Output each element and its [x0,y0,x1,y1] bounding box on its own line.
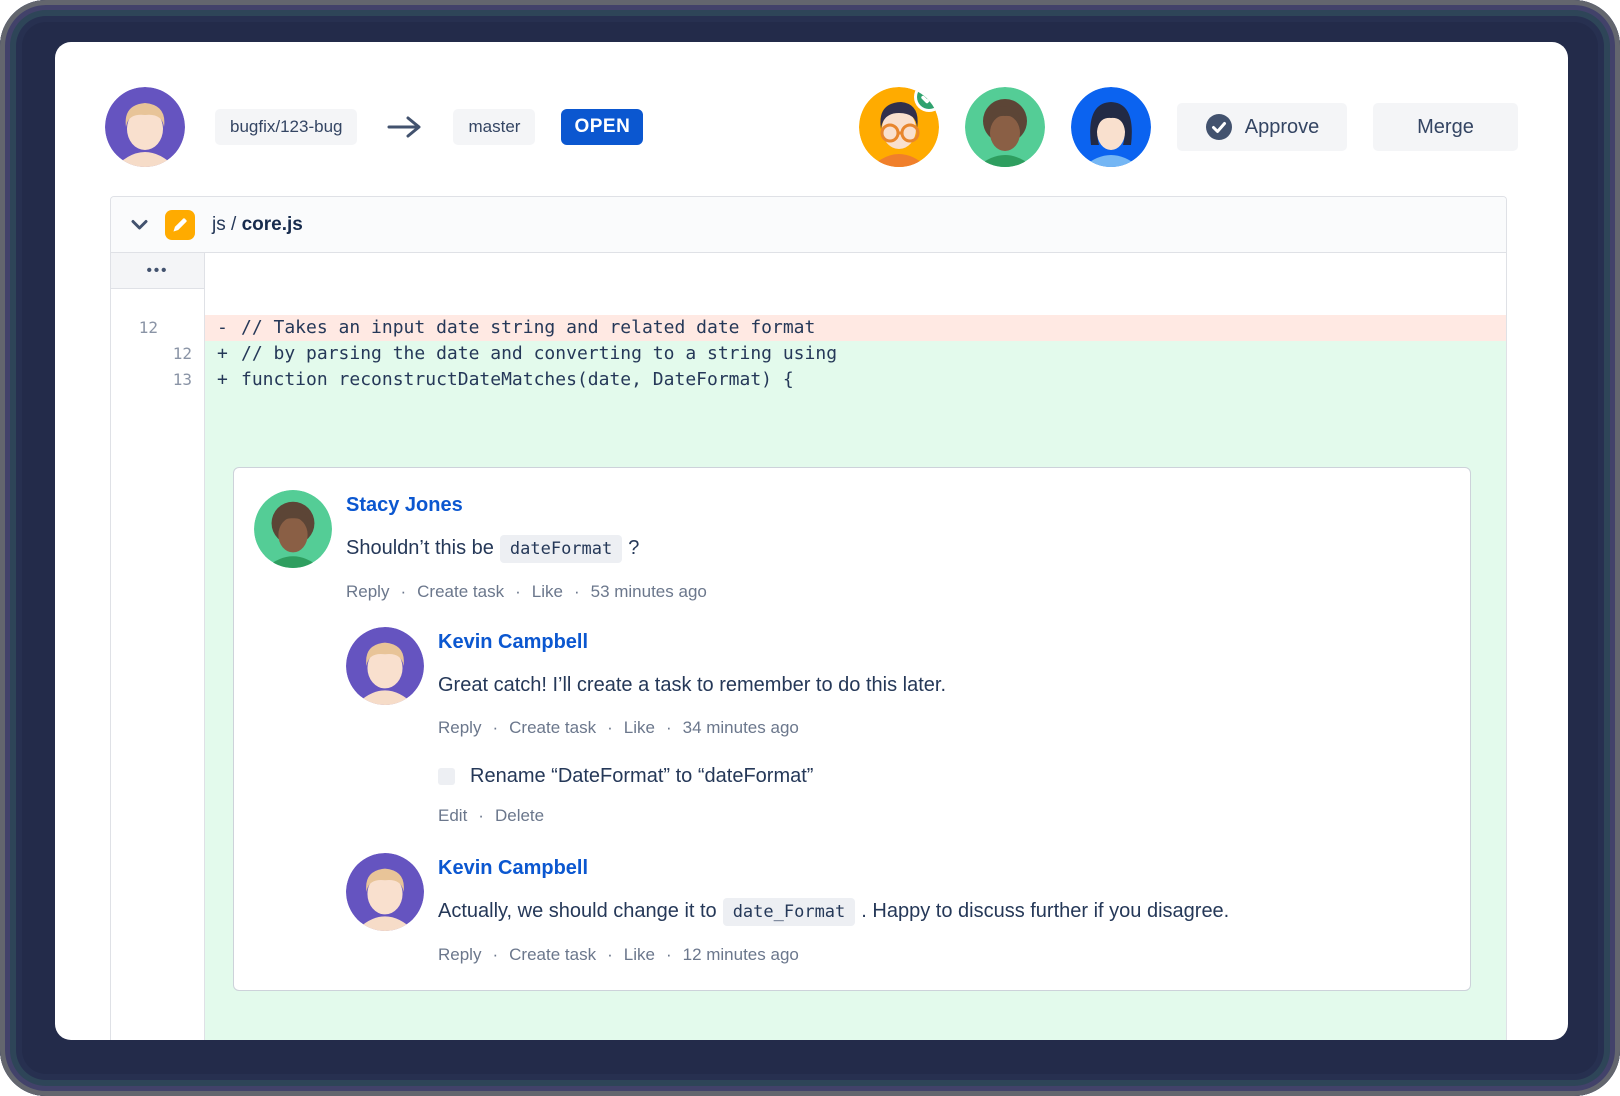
comment-author-link[interactable]: Stacy Jones [346,492,1444,518]
create-task-link[interactable]: Create task [509,942,596,968]
comment-timestamp: 53 minutes ago [591,579,707,605]
file-path: js / core.js [212,214,303,236]
diff-expander-row: ••• [111,253,1506,289]
diff-spacer [111,289,1506,315]
reviewer-avatar-approved [859,87,939,167]
reply-link[interactable]: Reply [438,715,481,741]
like-link[interactable]: Like [624,715,655,741]
code-chip: date_Format [723,898,856,926]
comment-actions: Reply · Create task · Like · 34 minutes … [438,715,1444,741]
comment-timestamp: 34 minutes ago [683,715,799,741]
reviewer-avatar-woman [1071,87,1151,167]
reply-link[interactable]: Reply [346,579,389,605]
comment-actions: Reply · Create task · Like · 53 minutes … [346,579,1444,605]
status-badge: OPEN [561,109,643,145]
comment-author-link[interactable]: Kevin Campbell [438,855,1444,881]
commenter-avatar-stacy [254,490,332,568]
comment-actions: Reply · Create task · Like · 12 minutes … [438,942,1444,968]
create-task-link[interactable]: Create task [509,715,596,741]
commenter-avatar-kevin [346,853,424,931]
code-chip: dateFormat [500,535,622,563]
reviewer-avatar-stacy [965,87,1045,167]
merge-button[interactable]: Merge [1373,103,1518,151]
task-actions: Edit · Delete [438,803,1444,829]
file-path-prefix: js / [212,214,242,235]
edit-link[interactable]: Edit [438,803,467,829]
comment-thread-card: Stacy Jones Shouldn’t this bedateFormat?… [233,467,1471,991]
commenter-avatar-kevin [346,627,424,705]
pull-request-window: bugfix/123-bug master OPEN [55,42,1568,1040]
like-link[interactable]: Like [532,579,563,605]
diff-body: ••• 12 -// Takes an input date string an… [111,253,1506,1040]
comment-thread-row: Stacy Jones Shouldn’t this bedateFormat?… [111,393,1506,1040]
reviewers-and-actions: Approve Merge [859,87,1518,167]
comment-text: Great catch! I’ll create a task to remem… [438,671,1444,699]
target-branch-badge: master [453,109,535,145]
diff-line-removed: 12 -// Takes an input date string and re… [111,315,1506,341]
comment-text: Shouldn’t this bedateFormat? [346,534,1444,563]
code-line: +// by parsing the date and converting t… [205,341,1506,367]
comment: Stacy Jones Shouldn’t this bedateFormat?… [254,490,1444,605]
approved-check-icon [913,87,939,113]
comment-reply: Kevin Campbell Actually, we should chang… [346,853,1444,968]
reply-link[interactable]: Reply [438,942,481,968]
like-link[interactable]: Like [624,942,655,968]
pr-author-avatar [105,87,185,167]
pr-header-bar: bugfix/123-bug master OPEN [55,42,1568,212]
comment-replies: Kevin Campbell Great catch! I’ll create … [346,627,1444,968]
comment-reply: Kevin Campbell Great catch! I’ll create … [346,627,1444,741]
task-item: Rename “DateFormat” to “dateFormat” Edit… [438,763,1444,829]
approve-label: Approve [1245,116,1320,139]
file-diff-card: js / core.js ••• 12 -// Takes an input d… [110,196,1507,1040]
file-header: js / core.js [111,197,1506,253]
source-branch-badge: bugfix/123-bug [215,109,357,145]
delete-link[interactable]: Delete [495,803,544,829]
chevron-down-icon[interactable] [131,219,148,231]
task-checkbox[interactable] [438,768,455,785]
create-task-link[interactable]: Create task [417,579,504,605]
merge-label: Merge [1417,116,1474,139]
approve-button[interactable]: Approve [1177,103,1347,151]
approve-check-icon [1205,113,1233,141]
file-name: core.js [242,214,303,235]
comment-text: Actually, we should change it todate_For… [438,897,1444,926]
diff-line-added: 13 +function reconstructDateMatches(date… [111,367,1506,393]
code-line: -// Takes an input date string and relat… [205,315,1506,341]
code-line: +function reconstructDateMatches(date, D… [205,367,1506,393]
diff-line-added: 12 +// by parsing the date and convertin… [111,341,1506,367]
edited-file-pencil-icon [165,210,195,240]
comment-timestamp: 12 minutes ago [683,942,799,968]
comment-author-link[interactable]: Kevin Campbell [438,629,1444,655]
expand-lines-button[interactable]: ••• [111,253,205,289]
arrow-right-icon [387,114,423,140]
task-label: Rename “DateFormat” to “dateFormat” [470,763,813,789]
